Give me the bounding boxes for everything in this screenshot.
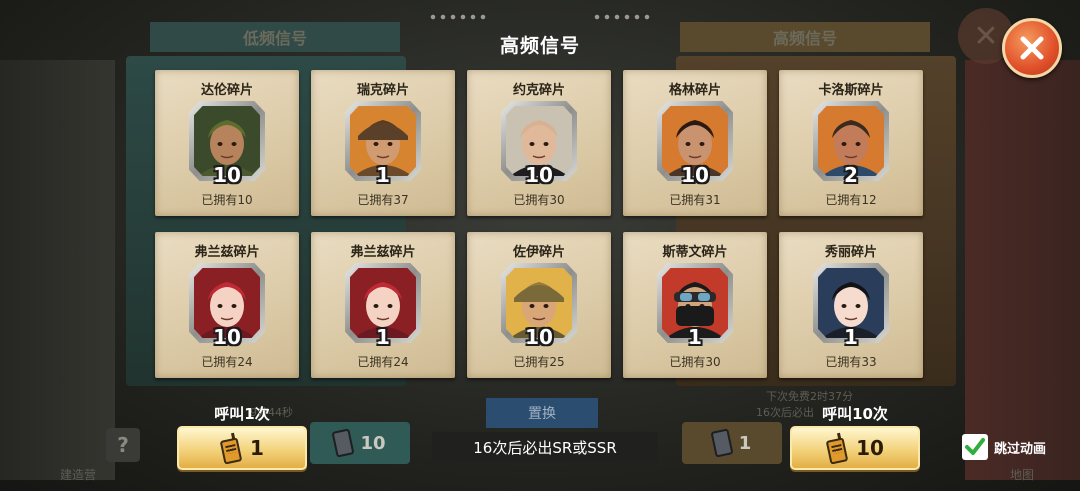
radio-icon xyxy=(710,428,734,458)
background-replace-button: 置换 xyxy=(486,398,598,428)
fragment-count: 1 xyxy=(376,163,390,187)
owned-count: 已拥有31 xyxy=(669,193,721,207)
result-grid: 达伦碎片 10 已拥有10 瑞克碎片 1 已拥有37 约克碎片 10 已拥有30… xyxy=(155,70,927,384)
character-portrait: 10 xyxy=(189,263,265,349)
character-portrait: 10 xyxy=(501,101,577,187)
fragment-card[interactable]: 约克碎片 10 已拥有30 xyxy=(467,70,611,216)
owned-count: 已拥有12 xyxy=(825,193,877,207)
radio-icon xyxy=(219,432,243,465)
character-portrait: 1 xyxy=(813,263,889,349)
background-tab-high-frequency: 高频信号 xyxy=(680,22,930,52)
fragment-card[interactable]: 弗兰兹碎片 10 已拥有24 xyxy=(155,232,299,378)
fragment-count: 1 xyxy=(688,325,702,349)
background-call-ten-low: 10 xyxy=(310,422,410,464)
skip-animation-label: 跳过动画 xyxy=(994,441,1047,457)
background-count: 1 xyxy=(738,432,752,454)
fragment-count: 10 xyxy=(681,163,709,187)
pity-counter: 16次后必出SR或SSR xyxy=(432,432,658,462)
call-once-label: 呼叫1次 xyxy=(214,405,270,423)
close-button[interactable] xyxy=(1002,18,1062,78)
character-portrait: 2 xyxy=(813,101,889,187)
fragment-card[interactable]: 格林碎片 10 已拥有31 xyxy=(623,70,767,216)
character-portrait: 10 xyxy=(657,101,733,187)
owned-count: 已拥有24 xyxy=(201,355,253,369)
character-portrait: 10 xyxy=(189,101,265,187)
fragment-name: 格林碎片 xyxy=(668,83,721,98)
fragment-name: 瑞克碎片 xyxy=(356,83,409,98)
owned-count: 已拥有25 xyxy=(513,355,565,369)
fragment-count: 10 xyxy=(525,163,553,187)
fragment-name: 弗兰兹碎片 xyxy=(350,245,416,260)
dialog-title-bar: 高频信号 xyxy=(380,28,700,60)
fragment-count: 10 xyxy=(525,325,553,349)
title-decoration-right xyxy=(592,14,652,20)
fragment-card[interactable]: 达伦碎片 10 已拥有10 xyxy=(155,70,299,216)
background-map-label: 地图 xyxy=(1010,468,1035,482)
owned-count: 已拥有24 xyxy=(357,355,409,369)
call-once-cost: 1 xyxy=(250,436,264,460)
owned-count: 已拥有30 xyxy=(669,355,721,369)
fragment-card[interactable]: 斯蒂文碎片 1 已拥有30 xyxy=(623,232,767,378)
owned-count: 已拥有30 xyxy=(513,193,565,207)
character-portrait: 1 xyxy=(345,101,421,187)
owned-count: 已拥有33 xyxy=(825,355,877,369)
checkmark-icon xyxy=(965,438,985,455)
close-icon xyxy=(1020,36,1044,60)
fragment-count: 10 xyxy=(213,325,241,349)
fragment-count: 2 xyxy=(844,163,858,187)
fragment-name: 约克碎片 xyxy=(512,83,565,98)
title-decoration-left xyxy=(428,14,488,20)
fragment-card[interactable]: 卡洛斯碎片 2 已拥有12 xyxy=(779,70,923,216)
background-build-label: 建造营 xyxy=(60,468,97,482)
fragment-count: 1 xyxy=(844,325,858,349)
background-tab-low-frequency: 低频信号 xyxy=(150,22,400,52)
dialog-title: 高频信号 xyxy=(499,34,580,57)
character-portrait: 10 xyxy=(501,263,577,349)
fragment-count: 1 xyxy=(376,325,390,349)
background-count: 10 xyxy=(360,432,386,454)
background-timer-right: 下次免费2时37分 xyxy=(766,390,853,403)
skip-animation-checkbox[interactable] xyxy=(962,434,988,460)
background-right-panel xyxy=(965,60,1080,480)
fragment-name: 达伦碎片 xyxy=(200,83,253,98)
fragment-name: 弗兰兹碎片 xyxy=(194,245,260,260)
call-ten-button[interactable]: 10 xyxy=(790,426,920,470)
help-button[interactable]: ? xyxy=(106,428,140,462)
background-call-once-high: 1 xyxy=(682,422,782,464)
fragment-card[interactable]: 瑞克碎片 1 已拥有37 xyxy=(311,70,455,216)
fragment-count: 10 xyxy=(213,163,241,187)
call-ten-cost: 10 xyxy=(856,436,884,460)
owned-count: 已拥有10 xyxy=(201,193,253,207)
skip-animation-toggle[interactable]: 跳过动画 xyxy=(962,434,1046,460)
call-ten-label: 呼叫10次 xyxy=(822,405,888,423)
radio-icon xyxy=(825,432,849,465)
fragment-card[interactable]: 弗兰兹碎片 1 已拥有24 xyxy=(311,232,455,378)
fragment-name: 斯蒂文碎片 xyxy=(662,245,728,260)
owned-count: 已拥有37 xyxy=(357,193,409,207)
background-left-panel xyxy=(0,60,115,480)
fragment-name: 佐伊碎片 xyxy=(512,245,565,260)
fragment-card[interactable]: 佐伊碎片 10 已拥有25 xyxy=(467,232,611,378)
game-screen: 低频信号 高频信号 9分44秒 下次免费2时37分 16次后必出 置换 ? 建造… xyxy=(0,0,1080,491)
fragment-name: 卡洛斯碎片 xyxy=(818,83,884,98)
radio-icon xyxy=(331,428,355,458)
fragment-name: 秀丽碎片 xyxy=(824,245,877,260)
character-portrait: 1 xyxy=(657,263,733,349)
character-portrait: 1 xyxy=(345,263,421,349)
call-once-button[interactable]: 1 xyxy=(177,426,307,470)
fragment-card[interactable]: 秀丽碎片 1 已拥有33 xyxy=(779,232,923,378)
